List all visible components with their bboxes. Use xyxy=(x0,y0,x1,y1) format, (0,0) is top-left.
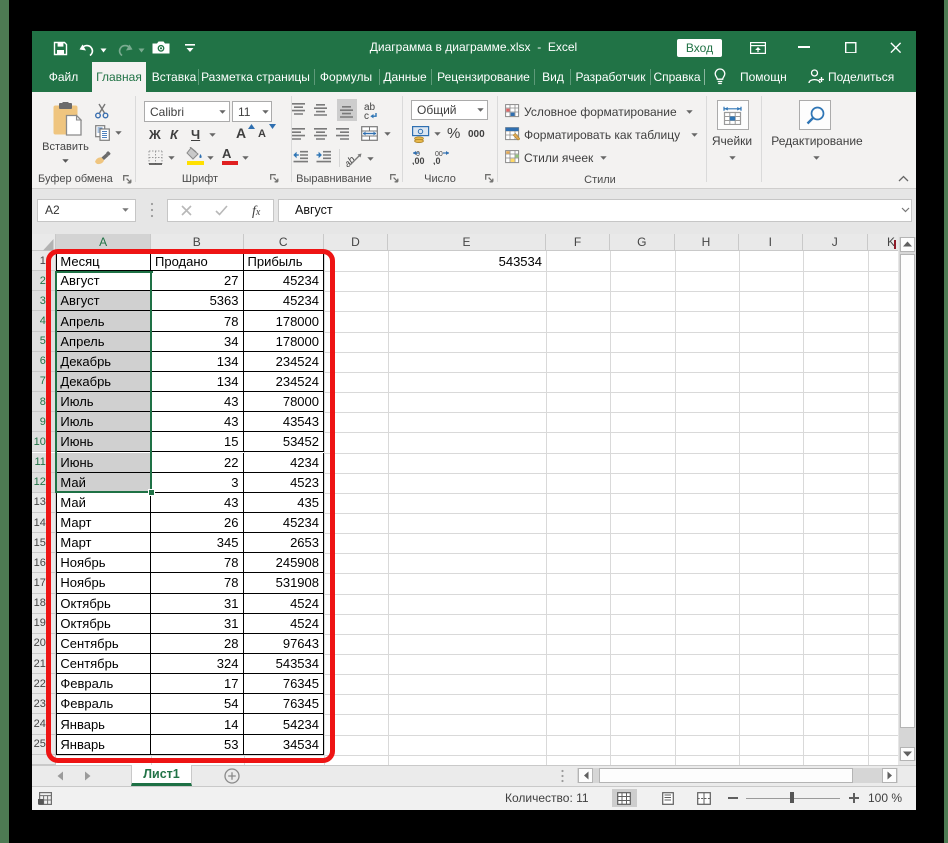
svg-text:c: c xyxy=(364,111,369,120)
svg-text:ab: ab xyxy=(346,154,358,167)
svg-text:0: 0 xyxy=(416,151,420,158)
svg-text:00: 00 xyxy=(435,151,443,158)
